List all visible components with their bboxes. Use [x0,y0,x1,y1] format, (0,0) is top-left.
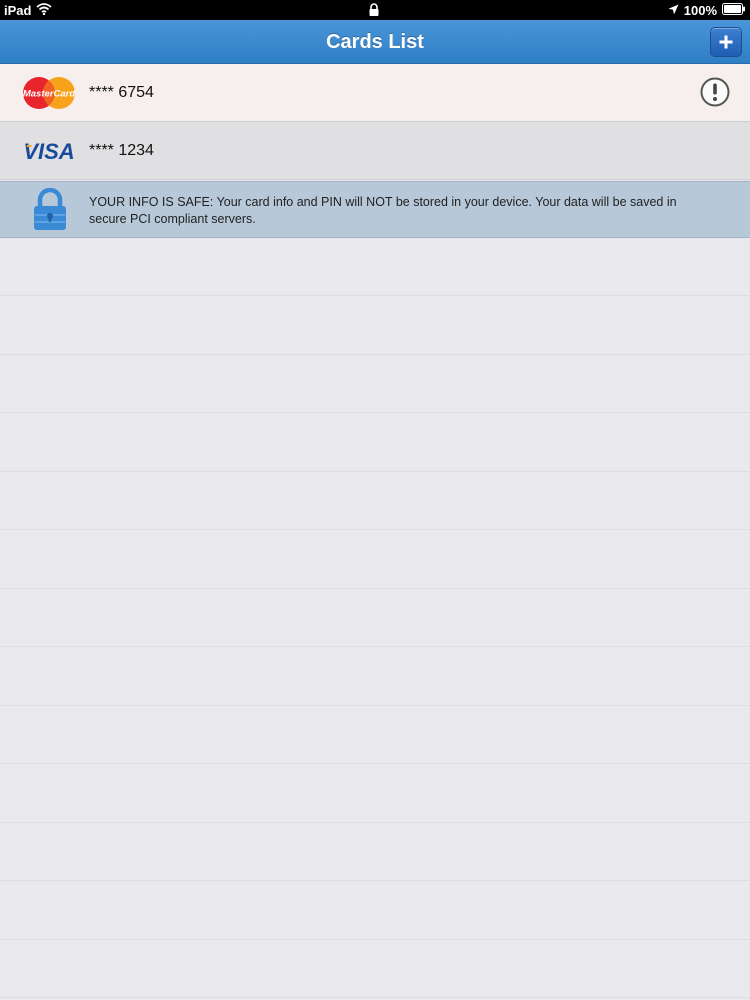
empty-row-divider [0,880,750,881]
empty-row-divider [0,412,750,413]
plus-icon [719,35,733,49]
security-info-text: YOUR INFO IS SAFE: Your card info and PI… [89,195,677,226]
empty-row-divider [0,354,750,355]
empty-row-divider [0,471,750,472]
wifi-icon [36,2,53,18]
battery-icon [722,2,746,18]
mastercard-logo: MasterCard [22,76,76,110]
empty-row-divider [0,997,750,998]
app: iPad 100% Cards List MasterCard **** 675… [0,0,750,1000]
card-row-mastercard[interactable]: MasterCard **** 6754 [0,64,750,122]
visa-logo: VISA [22,134,76,168]
empty-row-divider [0,763,750,764]
card-number: **** 1234 [89,141,154,159]
battery-percent: 100% [683,2,717,18]
exclamation-circle-icon[interactable] [700,77,730,107]
empty-row-divider [0,822,750,823]
rotation-lock-icon [368,3,380,20]
card-row-visa[interactable]: VISA **** 1234 [0,122,750,180]
location-arrow-icon [668,3,679,18]
empty-row-divider [0,705,750,706]
empty-row-divider [0,588,750,589]
svg-text:MasterCard: MasterCard [23,88,75,99]
empty-row-divider [0,529,750,530]
empty-row-divider [0,646,750,647]
add-card-button[interactable] [710,27,742,57]
security-info-banner: YOUR INFO IS SAFE: Your card info and PI… [0,181,750,238]
status-left: iPad [0,2,53,18]
padlock-icon [32,187,68,232]
empty-row-divider [0,295,750,296]
page-title: Cards List [326,31,424,53]
svg-text:VISA: VISA [23,139,74,164]
status-right: 100% [668,0,746,20]
card-number: **** 6754 [89,83,154,101]
device-name: iPad [4,2,32,18]
navigation-bar: Cards List [0,20,750,64]
status-bar: iPad 100% [0,0,750,20]
empty-row-divider [0,939,750,940]
